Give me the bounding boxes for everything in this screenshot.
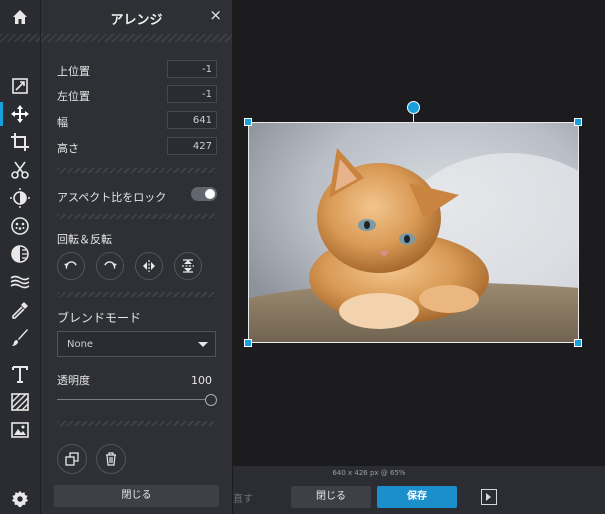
section-divider — [57, 168, 216, 173]
panel-close-button[interactable]: 閉じる — [54, 485, 219, 507]
duplicate-button[interactable] — [57, 444, 87, 474]
settings-button[interactable] — [0, 484, 40, 514]
tool-sidebar — [0, 0, 41, 514]
expand-panel-icon[interactable] — [481, 489, 497, 505]
field-row-width: 幅 — [57, 111, 217, 131]
field-row-left: 左位置 — [57, 85, 217, 105]
duplicate-icon — [65, 452, 79, 466]
top-position-label: 上位置 — [57, 65, 90, 78]
tool-crop[interactable] — [0, 128, 40, 156]
blend-mode-select[interactable]: None — [57, 331, 216, 357]
opacity-slider-track[interactable] — [57, 399, 206, 400]
opacity-slider-handle[interactable] — [205, 394, 217, 406]
tool-vignette[interactable] — [0, 240, 40, 268]
tool-image[interactable] — [0, 416, 40, 444]
left-position-label: 左位置 — [57, 90, 90, 103]
redo-button[interactable]: 直す — [233, 490, 253, 505]
rotate-right-icon — [104, 261, 117, 269]
tool-move[interactable] — [0, 100, 40, 128]
rotate-flip-label: 回転＆反転 — [57, 233, 112, 246]
rotate-left-icon — [64, 261, 77, 269]
resize-handle-top-right[interactable] — [574, 118, 582, 126]
rotation-handle[interactable] — [407, 101, 420, 114]
aspect-lock-row: アスペクト比をロック — [57, 185, 217, 205]
status-bar: 640 x 426 px @ 65% — [233, 466, 605, 480]
adjust-icon — [12, 78, 28, 94]
field-row-height: 高さ — [57, 137, 217, 157]
move-icon — [11, 105, 29, 123]
panel-divider — [41, 34, 232, 42]
tool-brush[interactable] — [0, 324, 40, 352]
delete-button[interactable] — [96, 444, 126, 474]
kitten-photo[interactable] — [248, 122, 579, 343]
home-icon — [13, 10, 27, 24]
flip-horizontal-button[interactable] — [135, 252, 163, 280]
arrange-panel: アレンジ × 上位置 左位置 幅 高さ アスペクト比をロック 回転＆反転 ブレン… — [41, 0, 232, 514]
canvas-area — [233, 0, 605, 466]
width-label: 幅 — [57, 116, 68, 129]
crop-icon — [11, 133, 29, 151]
tool-exposure[interactable] — [0, 184, 40, 212]
settings-icon — [11, 490, 29, 508]
section-divider — [57, 292, 216, 297]
text-icon — [12, 366, 28, 383]
opacity-value: 100 — [191, 374, 212, 387]
save-button[interactable]: 保存 — [377, 486, 457, 508]
tool-texture[interactable] — [0, 388, 40, 416]
opacity-label: 透明度 — [57, 374, 90, 387]
section-divider — [57, 214, 216, 219]
panel-header: アレンジ × — [41, 0, 232, 34]
height-label: 高さ — [57, 142, 79, 155]
kitten-image — [249, 123, 578, 342]
flip-vertical-button[interactable] — [174, 252, 202, 280]
home-button[interactable] — [0, 0, 40, 34]
panel-title: アレンジ — [110, 13, 163, 28]
tool-dropper[interactable] — [0, 296, 40, 324]
tool-text[interactable] — [0, 360, 40, 388]
close-icon[interactable]: × — [209, 6, 222, 24]
cut-icon — [11, 161, 29, 179]
section-divider — [57, 421, 216, 426]
image-icon — [11, 422, 29, 438]
trash-icon — [106, 452, 116, 466]
tool-filter[interactable] — [0, 212, 40, 240]
filter-icon — [11, 217, 29, 235]
blend-mode-value: None — [67, 339, 94, 350]
image-size-info: 640 x 426 px @ 65% — [332, 469, 406, 477]
rotate-right-button[interactable] — [96, 252, 124, 280]
tool-adjust[interactable] — [0, 72, 40, 100]
chevron-down-icon — [198, 342, 208, 347]
resize-handle-bottom-right[interactable] — [574, 339, 582, 347]
brush-icon — [12, 329, 28, 346]
blend-mode-label: ブレンドモード — [57, 311, 142, 325]
vignette-icon — [11, 245, 29, 263]
rotate-left-button[interactable] — [57, 252, 85, 280]
aspect-lock-label: アスペクト比をロック — [57, 191, 167, 204]
exposure-icon — [10, 188, 30, 208]
resize-handle-top-left[interactable] — [244, 118, 252, 126]
resize-handle-bottom-left[interactable] — [244, 339, 252, 347]
close-button[interactable]: 閉じる — [291, 486, 371, 508]
height-input[interactable] — [167, 137, 217, 155]
left-position-input[interactable] — [167, 85, 217, 103]
aspect-lock-toggle[interactable] — [191, 187, 217, 201]
bottom-bar: 直す 閉じる 保存 — [233, 480, 605, 514]
width-input[interactable] — [167, 111, 217, 129]
rotation-handle-line — [413, 113, 414, 122]
flip-vertical-icon — [182, 259, 194, 273]
top-position-input[interactable] — [167, 60, 217, 78]
flip-horizontal-icon — [143, 260, 155, 272]
toolbar-divider — [0, 34, 40, 42]
dropper-icon — [12, 302, 28, 319]
texture-icon — [11, 393, 29, 411]
tool-wave[interactable] — [0, 268, 40, 296]
tool-cut[interactable] — [0, 156, 40, 184]
field-row-top: 上位置 — [57, 60, 217, 80]
wave-icon — [10, 275, 30, 289]
